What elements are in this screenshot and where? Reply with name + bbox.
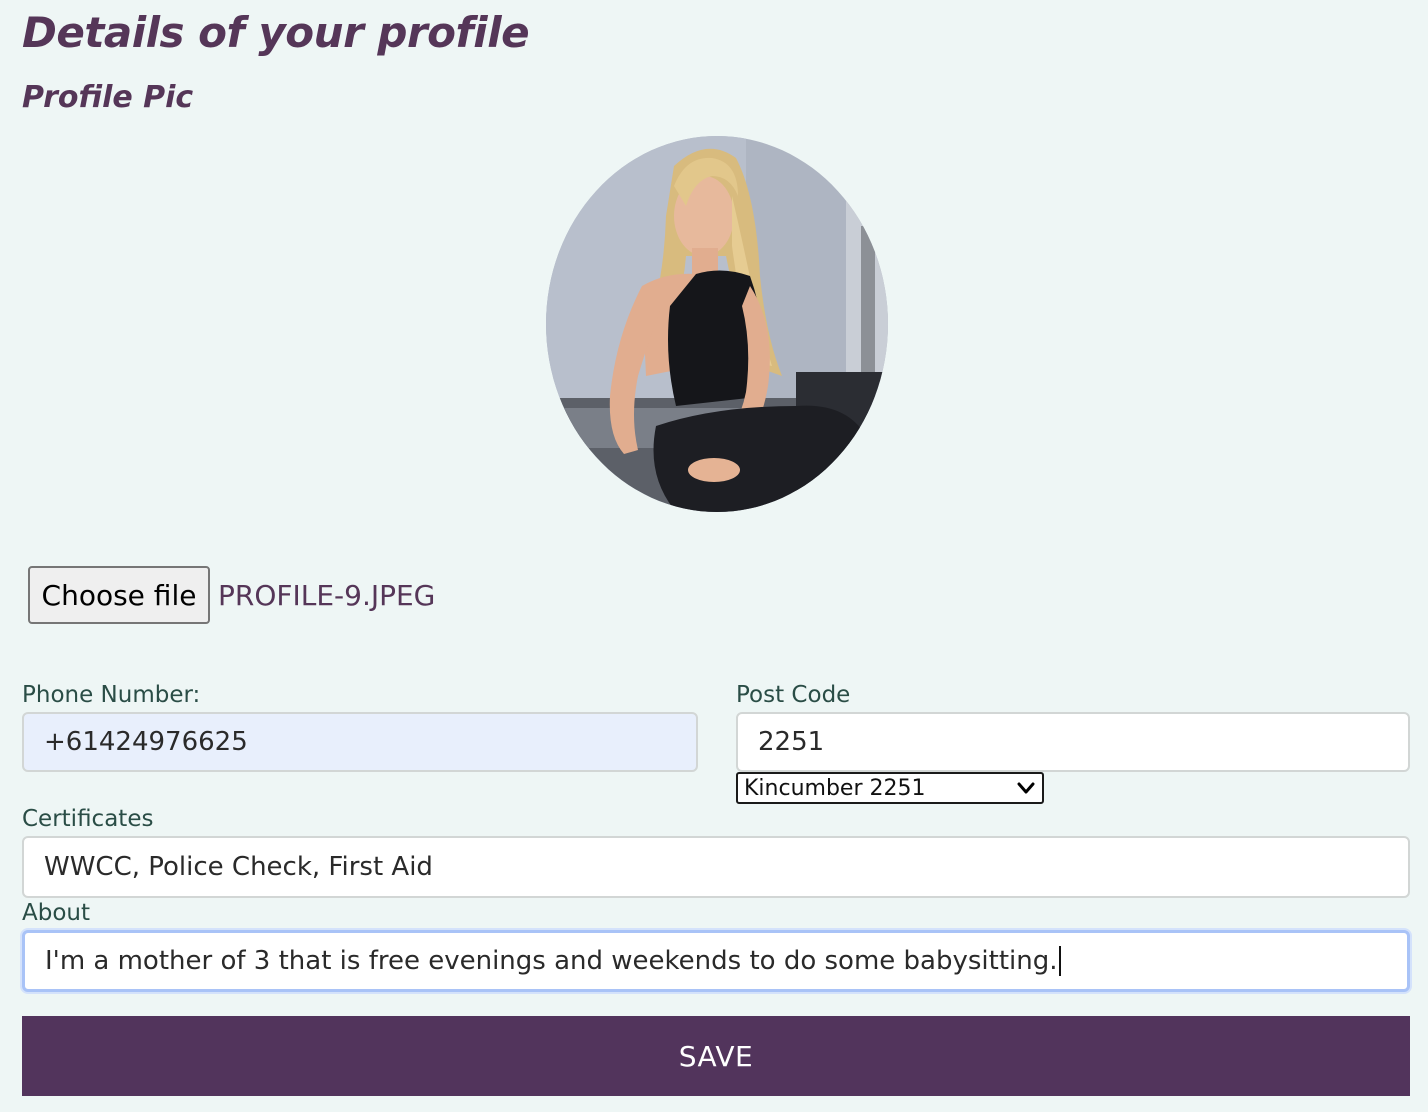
page-title: Details of your profile <box>22 8 530 57</box>
save-button[interactable]: SAVE <box>22 1016 1410 1096</box>
selected-file-name: PROFILE-9.JPEG <box>218 578 436 612</box>
about-input[interactable]: I'm a mother of 3 that is free evenings … <box>22 930 1410 992</box>
profile-page: Details of your profile Profile Pic Choo… <box>0 0 1428 1112</box>
chevron-down-icon <box>1017 782 1035 794</box>
profile-pic-heading: Profile Pic <box>22 80 194 115</box>
file-upload-row: Choose file PROFILE-9.JPEG <box>28 566 435 624</box>
about-label: About <box>22 900 91 926</box>
phone-label: Phone Number: <box>22 682 201 708</box>
postcode-input[interactable]: 2251 <box>736 712 1410 772</box>
suburb-select[interactable]: Kincumber 2251 <box>736 772 1044 804</box>
certificates-value: WWCC, Police Check, First Aid <box>44 852 433 882</box>
phone-value: +61424976625 <box>44 727 248 757</box>
postcode-value: 2251 <box>758 727 825 757</box>
phone-input[interactable]: +61424976625 <box>22 712 698 772</box>
postcode-label: Post Code <box>736 682 851 708</box>
profile-photo-icon <box>546 136 888 512</box>
about-value: I'm a mother of 3 that is free evenings … <box>45 946 1058 976</box>
profile-photo <box>546 136 888 512</box>
certificates-label: Certificates <box>22 806 154 832</box>
certificates-input[interactable]: WWCC, Police Check, First Aid <box>22 836 1410 898</box>
text-cursor <box>1058 946 1061 976</box>
suburb-selected-value: Kincumber 2251 <box>744 775 926 801</box>
choose-file-button[interactable]: Choose file <box>28 566 210 624</box>
